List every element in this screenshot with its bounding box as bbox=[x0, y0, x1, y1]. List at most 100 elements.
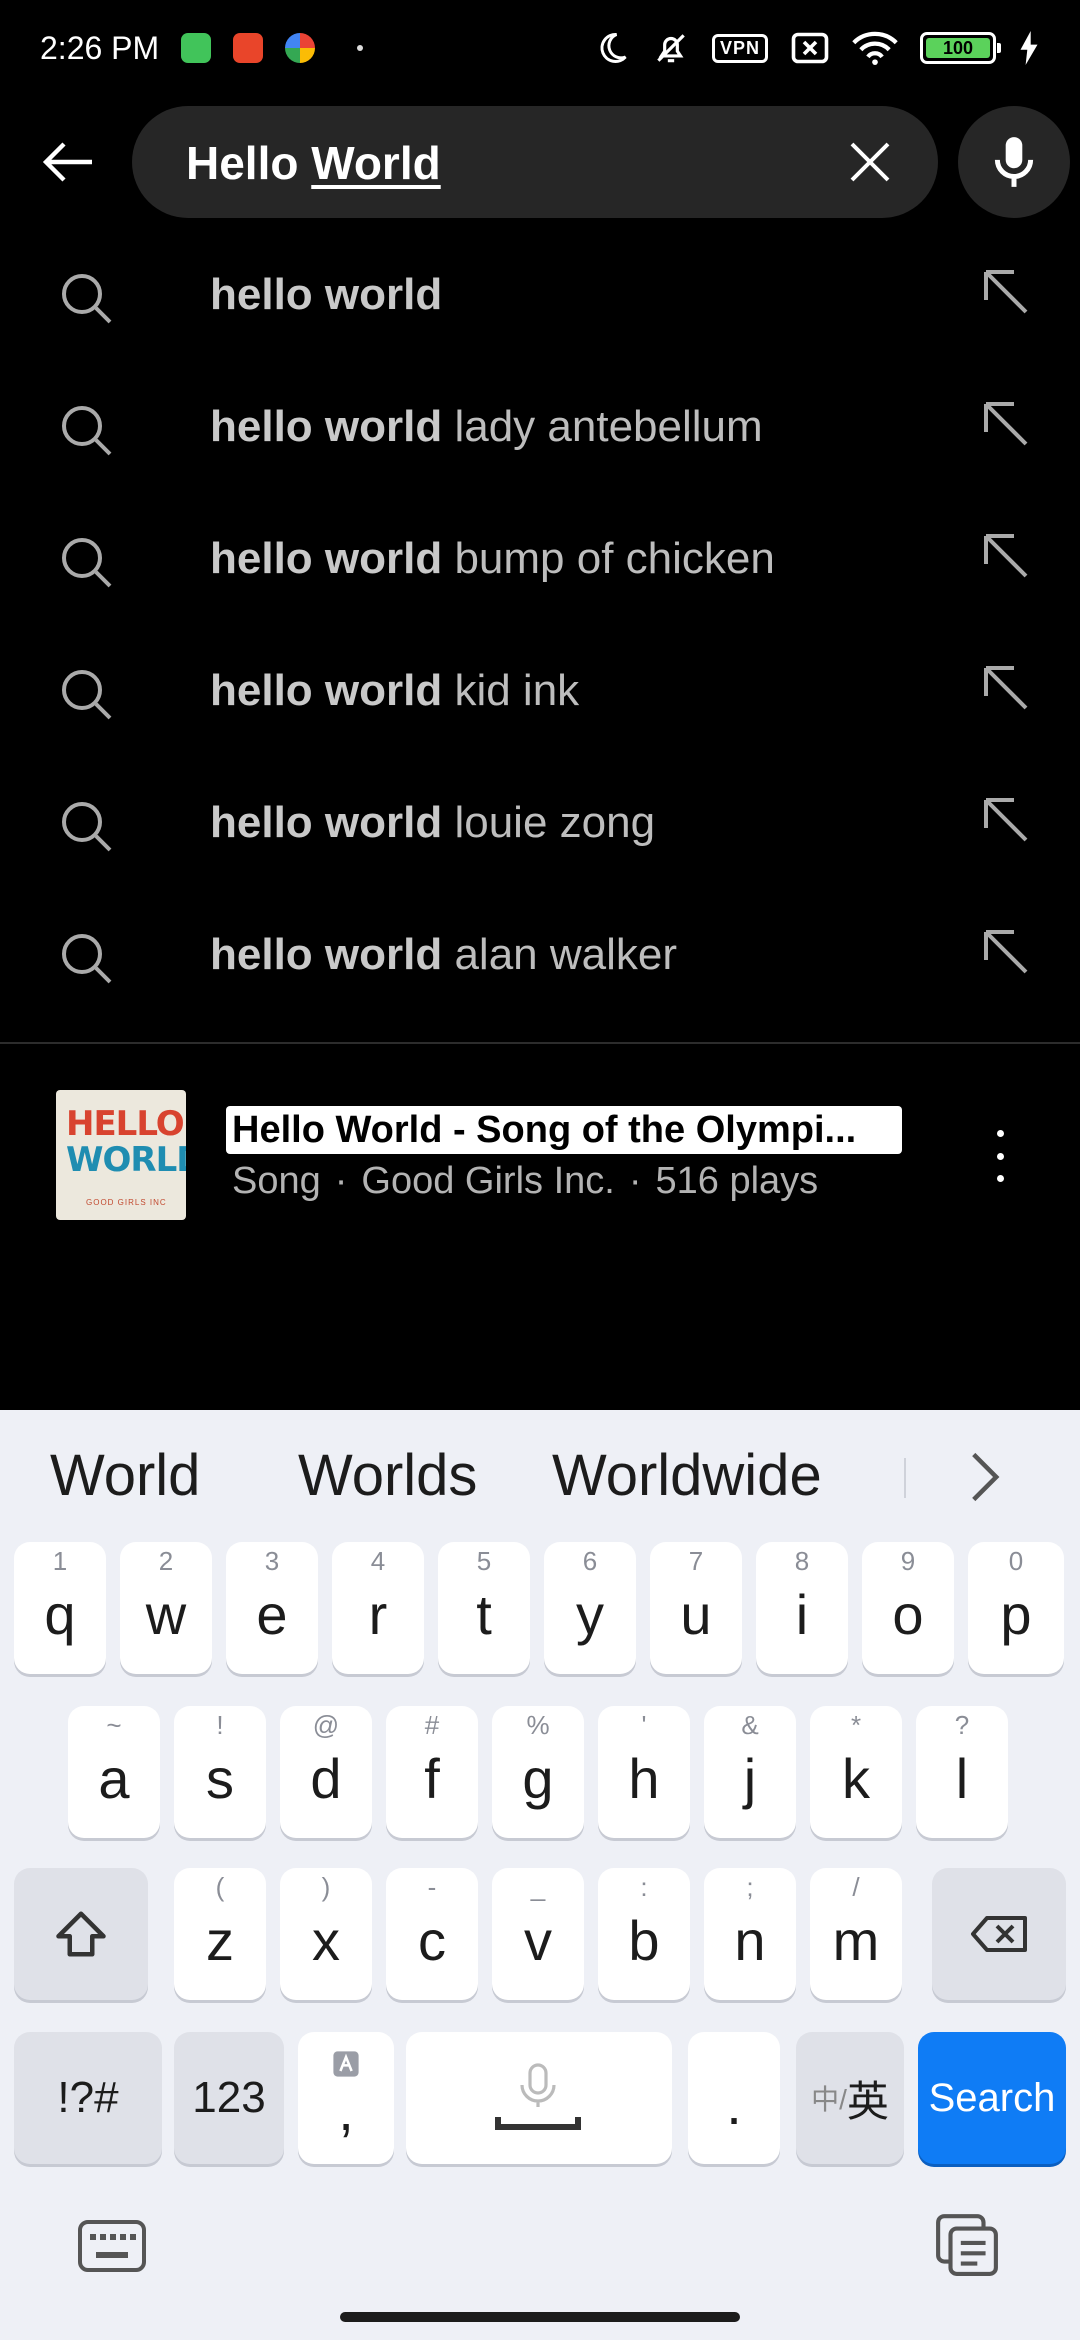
key-hint: : bbox=[640, 1872, 648, 1902]
dot-icon bbox=[357, 45, 364, 51]
key-q[interactable]: 1q bbox=[14, 1542, 106, 1674]
key-y[interactable]: 6y bbox=[544, 1542, 636, 1674]
suggestion-rest: kid ink bbox=[442, 666, 580, 715]
key-n[interactable]: ; n bbox=[704, 1868, 796, 2000]
clipboard-icon[interactable] bbox=[934, 2212, 1000, 2278]
search-icon bbox=[62, 670, 112, 720]
key-c[interactable]: -c bbox=[386, 1868, 478, 2000]
key-x[interactable]: ) x bbox=[280, 1868, 372, 2000]
space-key[interactable] bbox=[406, 2032, 672, 2164]
key-hint: 4 bbox=[370, 1546, 386, 1576]
close-icon bbox=[850, 142, 890, 182]
shift-key[interactable] bbox=[14, 1868, 148, 2000]
language-small: 中/ bbox=[811, 2084, 847, 2115]
key-d[interactable]: @ d bbox=[280, 1706, 372, 1838]
period-key[interactable]: . bbox=[688, 2032, 780, 2164]
prediction-1[interactable]: World bbox=[50, 1442, 200, 1509]
key-k[interactable]: * k bbox=[810, 1706, 902, 1838]
suggestion-match: hello world bbox=[210, 798, 443, 847]
prediction-bar: World Worlds Worldwide bbox=[0, 1410, 1080, 1540]
key-hint: 1 bbox=[52, 1546, 68, 1576]
key-w[interactable]: 2w bbox=[120, 1542, 212, 1674]
key-letter: s bbox=[206, 1747, 234, 1810]
charging-icon bbox=[1020, 31, 1038, 65]
arrow-up-left-icon[interactable] bbox=[980, 398, 1032, 450]
suggestion-match: hello world bbox=[210, 270, 443, 319]
suggestion-rest: bump of chicken bbox=[442, 534, 775, 583]
key-f[interactable]: # f bbox=[386, 1706, 478, 1838]
suggestion-text: hello world kid ink bbox=[210, 666, 579, 716]
suggestion-item[interactable]: hello world bump of chicken bbox=[0, 492, 1080, 624]
home-indicator[interactable] bbox=[340, 2312, 740, 2322]
key-r[interactable]: 4r bbox=[332, 1542, 424, 1674]
arrow-up-left-icon[interactable] bbox=[980, 530, 1032, 582]
key-hint: 3 bbox=[264, 1546, 280, 1576]
key-g[interactable]: % g bbox=[492, 1706, 584, 1838]
back-button[interactable] bbox=[36, 132, 100, 192]
suggestion-item[interactable]: hello world louie zong bbox=[0, 756, 1080, 888]
voice-search-button[interactable] bbox=[958, 106, 1070, 218]
arrow-up-left-icon[interactable] bbox=[980, 266, 1032, 318]
key-letter: w bbox=[145, 1583, 187, 1646]
prediction-divider bbox=[904, 1458, 906, 1498]
key-o[interactable]: 9o bbox=[862, 1542, 954, 1674]
symbols-key[interactable]: !?# bbox=[14, 2032, 162, 2164]
prediction-2[interactable]: Worlds bbox=[298, 1442, 477, 1509]
key-letter: f bbox=[424, 1747, 440, 1810]
song-result[interactable]: HELLO WORLD GOOD GIRLS INC Hello World -… bbox=[0, 1090, 1080, 1222]
key-j[interactable]: & j bbox=[704, 1706, 796, 1838]
key-letter: e bbox=[256, 1583, 288, 1646]
arrow-up-left-icon[interactable] bbox=[980, 794, 1032, 846]
search-query[interactable]: Hello World bbox=[186, 136, 441, 190]
key-z[interactable]: (z bbox=[174, 1868, 266, 2000]
battery-level: 100 bbox=[926, 38, 990, 58]
suggestion-rest: lady antebellum bbox=[442, 402, 763, 451]
key-letter: l bbox=[955, 1747, 969, 1810]
key-t[interactable]: 5t bbox=[438, 1542, 530, 1674]
suggestion-match: hello world bbox=[210, 666, 443, 715]
key-i[interactable]: 8i bbox=[756, 1542, 848, 1674]
meta-separator: · bbox=[628, 1160, 642, 1202]
key-letter: q bbox=[44, 1583, 76, 1646]
search-icon bbox=[62, 538, 112, 588]
key-p[interactable]: 0p bbox=[968, 1542, 1064, 1674]
key-hint: @ bbox=[312, 1710, 340, 1740]
suggestion-item[interactable]: hello world lady antebellum bbox=[0, 360, 1080, 492]
key-b[interactable]: :b bbox=[598, 1868, 690, 2000]
arrow-up-left-icon[interactable] bbox=[980, 662, 1032, 714]
status-left: 2:26 PM bbox=[40, 30, 364, 67]
backspace-icon bbox=[971, 1916, 1027, 1952]
language-key[interactable]: 中/英 bbox=[796, 2032, 904, 2164]
search-key[interactable]: Search bbox=[918, 2032, 1066, 2164]
arrow-up-left-icon[interactable] bbox=[980, 926, 1032, 978]
comma-key[interactable]: , bbox=[298, 2032, 394, 2164]
backspace-key[interactable] bbox=[932, 1868, 1066, 2000]
suggestion-item[interactable]: hello world alan walker bbox=[0, 888, 1080, 1020]
song-meta: Song · Good Girls Inc. · 516 plays bbox=[232, 1160, 818, 1203]
key-hint: * bbox=[850, 1710, 862, 1740]
suggestion-match: hello world bbox=[210, 930, 443, 979]
more-options-button[interactable] bbox=[990, 1130, 1010, 1182]
key-u[interactable]: 7u bbox=[650, 1542, 742, 1674]
key-a[interactable]: ~ a bbox=[68, 1706, 160, 1838]
suggestion-item[interactable]: hello world bbox=[0, 228, 1080, 360]
key-e[interactable]: 3e bbox=[226, 1542, 318, 1674]
key-v[interactable]: _ v bbox=[492, 1868, 584, 2000]
prediction-3[interactable]: Worldwide bbox=[552, 1442, 822, 1509]
key-h[interactable]: ' h bbox=[598, 1706, 690, 1838]
key-s[interactable]: ! s bbox=[174, 1706, 266, 1838]
arrow-left-icon bbox=[42, 142, 92, 182]
suggestion-item[interactable]: hello world kid ink bbox=[0, 624, 1080, 756]
bell-muted-icon bbox=[657, 34, 685, 63]
clear-button[interactable] bbox=[846, 138, 894, 186]
suggestion-match: hello world bbox=[210, 534, 443, 583]
key-hint: # bbox=[424, 1710, 440, 1740]
key-l[interactable]: ? l bbox=[916, 1706, 1008, 1838]
suggestion-text: hello world lady antebellum bbox=[210, 402, 763, 452]
key-hint: / bbox=[852, 1872, 860, 1902]
chevron-right-icon[interactable] bbox=[960, 1450, 1010, 1504]
keyboard-icon[interactable] bbox=[76, 2218, 148, 2274]
numbers-key[interactable]: 123 bbox=[174, 2032, 284, 2164]
key-m[interactable]: / m bbox=[810, 1868, 902, 2000]
search-input[interactable]: Hello World bbox=[132, 106, 938, 218]
